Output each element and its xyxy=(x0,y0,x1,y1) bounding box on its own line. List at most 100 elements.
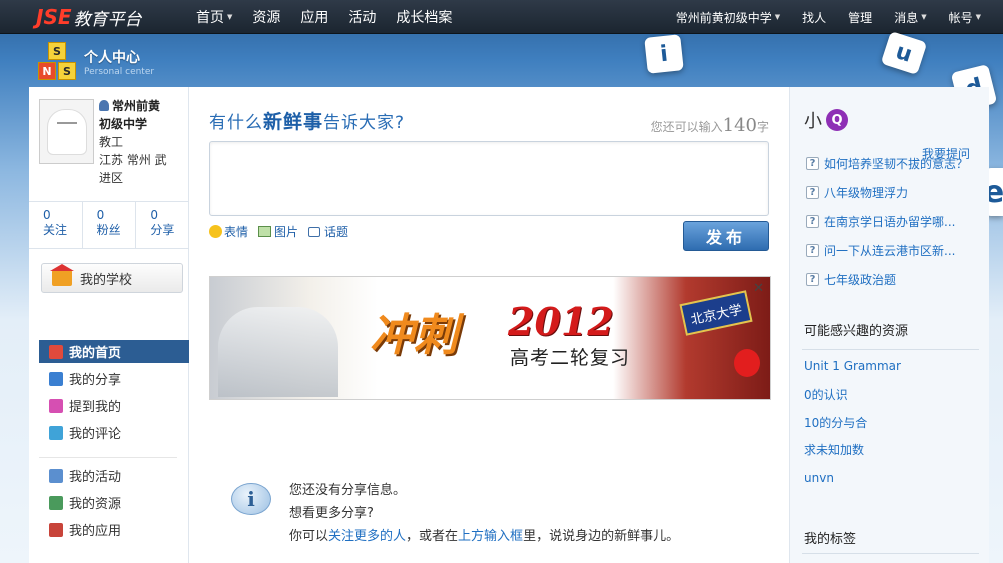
topic-icon xyxy=(308,226,321,237)
stat-shares[interactable]: 0 分享 xyxy=(135,202,189,248)
char-counter: 您还可以输入140字 xyxy=(650,115,769,136)
stat-followers[interactable]: 0 粉丝 xyxy=(81,202,136,248)
menu-item-my-comments[interactable]: 我的评论 xyxy=(39,421,189,444)
empty-line-2: 想看更多分享? xyxy=(289,506,374,521)
app-icon xyxy=(49,522,63,537)
comment-icon xyxy=(49,425,63,440)
smile-icon xyxy=(209,225,222,238)
profile-location-cont: 进区 xyxy=(99,171,124,185)
logo-brand: JSE xyxy=(36,5,72,29)
nav-manage[interactable]: 管理 xyxy=(848,9,872,26)
ask-question-link[interactable]: 我要提问 xyxy=(922,145,970,162)
nav-apps[interactable]: 应用 xyxy=(300,7,328,27)
nav-school[interactable]: 常州前黄初级中学 ▼ xyxy=(676,9,780,26)
profile-stats: 0 关注 0 粉丝 0 分享 xyxy=(29,201,189,249)
resource-link[interactable]: 求未知加数 xyxy=(804,441,864,458)
question-icon: ? xyxy=(806,244,819,257)
resource-link[interactable]: Unit 1 Grammar xyxy=(804,359,901,373)
chevron-down-icon: ▼ xyxy=(774,13,781,21)
menu-item-my-shares[interactable]: 我的分享 xyxy=(39,367,189,390)
xiao-q-header: 小Q xyxy=(804,107,848,133)
nav-growth-archive[interactable]: 成长档案 xyxy=(396,7,452,27)
profile-name-line2[interactable]: 初级中学 xyxy=(99,115,183,133)
mention-icon xyxy=(49,398,63,413)
nav-resources[interactable]: 资源 xyxy=(252,7,280,27)
university-sign: 北京大学 xyxy=(679,290,753,336)
menu-secondary: 我的活动 我的资源 我的应用 xyxy=(39,464,189,545)
profile-location: 江苏 常州 武 xyxy=(99,153,167,167)
chevron-down-icon: ▼ xyxy=(921,13,927,21)
menu-item-my-apps[interactable]: 我的应用 xyxy=(39,518,189,541)
question-list: ? 如何培养坚韧不拔的意志？ ? 八年级物理浮力 ? 在南京学日语办留学哪... ? 问… xyxy=(806,149,981,294)
logo-text: 教育平台 xyxy=(73,9,142,30)
topic-button[interactable]: 话题 xyxy=(308,223,348,240)
resource-link[interactable]: 0的认识 xyxy=(804,386,848,403)
page-title: 个人中心 xyxy=(84,50,140,66)
question-icon: ? xyxy=(806,215,819,228)
question-icon: ? xyxy=(806,157,819,170)
input-box-link[interactable]: 上方输入框 xyxy=(458,529,523,544)
q-badge-icon: Q xyxy=(826,109,848,131)
menu-item-mentions[interactable]: 提到我的 xyxy=(39,394,189,417)
emotion-button[interactable]: 表情 xyxy=(209,223,248,240)
composer-tools: 表情 图片 话题 xyxy=(209,223,358,240)
section-divider xyxy=(802,553,979,554)
question-item[interactable]: ? 问一下从连云港市区新... xyxy=(806,236,981,265)
top-navbar: JSE 教育平台 首页 ▼ 资源 应用 活动 成长档案 常州前黄初级中学 ▼ 找人 … xyxy=(0,0,1003,34)
banner-subtitle: 高考二轮复习 xyxy=(510,347,631,369)
profile-name-line1[interactable]: 常州前黄 xyxy=(112,99,160,113)
resource-link[interactable]: unvn xyxy=(804,471,834,485)
empty-line-1: 您还没有分享信息。 xyxy=(289,483,407,498)
menu-main: 我的首页 我的分享 提到我的 我的评论 xyxy=(39,340,189,448)
question-icon: ? xyxy=(806,273,819,286)
left-sidebar: 常州前黄 初级中学 教工 江苏 常州 武 进区 0 关注 0 粉丝 0 分享 我的学校… xyxy=(29,87,189,563)
menu-divider xyxy=(39,457,177,458)
chevron-down-icon: ▼ xyxy=(227,13,233,21)
promo-banner[interactable]: 冲刺 2012 高考二轮复习 北京大学 ✕ xyxy=(209,276,771,400)
lantern-icon xyxy=(734,349,760,377)
activity-icon xyxy=(49,468,63,483)
close-icon[interactable]: ✕ xyxy=(753,281,764,296)
empty-line-3: 你可以关注更多的人，或者在上方输入框里，说说身边的新鲜事儿。 xyxy=(289,529,680,544)
share-icon xyxy=(49,371,63,386)
menu-item-my-home[interactable]: 我的首页 xyxy=(39,340,189,363)
school-icon xyxy=(50,264,74,286)
follow-more-link[interactable]: 关注更多的人 xyxy=(328,529,406,544)
gate-image xyxy=(218,307,338,397)
banner-title: 冲刺 xyxy=(370,310,458,361)
deco-letter-cube: u xyxy=(880,30,928,76)
stat-following[interactable]: 0 关注 xyxy=(29,202,82,248)
nav-home[interactable]: 首页 ▼ xyxy=(196,7,232,27)
nav-activities[interactable]: 活动 xyxy=(348,7,376,27)
resource-icon xyxy=(49,495,63,510)
nav-messages[interactable]: 消息 ▼ xyxy=(894,9,926,26)
question-item[interactable]: ? 七年级政治题 xyxy=(806,265,981,294)
sns-logo-icon: S N S xyxy=(36,42,78,82)
right-sidebar: 小Q ? 如何培养坚韧不拔的意志？ ? 八年级物理浮力 ? 在南京学日语办留学哪...… xyxy=(789,87,989,563)
deco-letter-cube: i xyxy=(644,34,684,74)
question-item[interactable]: ? 八年级物理浮力 xyxy=(806,178,981,207)
my-school-button[interactable]: 我的学校 xyxy=(41,263,183,293)
profile-info: 常州前黄 初级中学 教工 江苏 常州 武 进区 xyxy=(99,97,183,187)
publish-button[interactable]: 发布 xyxy=(683,221,769,251)
info-icon: i xyxy=(231,483,271,515)
main-nav: 首页 ▼ 资源 应用 活动 成长档案 xyxy=(196,0,472,34)
menu-item-my-resources[interactable]: 我的资源 xyxy=(39,491,189,514)
resources-section-title: 可能感兴趣的资源 xyxy=(804,324,909,339)
user-nav: 常州前黄初级中学 ▼ 找人 管理 消息 ▼ 帐号 ▼ xyxy=(654,0,981,34)
question-icon: ? xyxy=(806,186,819,199)
tags-section-title: 我的标签 xyxy=(804,532,857,547)
nav-find-people[interactable]: 找人 xyxy=(802,9,826,26)
section-divider xyxy=(802,349,979,350)
image-button[interactable]: 图片 xyxy=(258,223,298,240)
resource-link[interactable]: 10的分与合 xyxy=(804,414,867,431)
post-textarea[interactable] xyxy=(209,141,769,216)
composer-prompt: 有什么新鲜事告诉大家? xyxy=(209,111,406,133)
avatar[interactable] xyxy=(39,99,94,164)
menu-item-my-activities[interactable]: 我的活动 xyxy=(39,464,189,487)
profile-role: 教工 xyxy=(99,135,124,149)
nav-account[interactable]: 帐号 ▼ xyxy=(949,9,981,26)
site-logo[interactable]: JSE 教育平台 xyxy=(36,5,142,30)
personal-center-header: S N S 个人中心 Personal center xyxy=(36,42,154,82)
question-item[interactable]: ? 在南京学日语办留学哪... xyxy=(806,207,981,236)
